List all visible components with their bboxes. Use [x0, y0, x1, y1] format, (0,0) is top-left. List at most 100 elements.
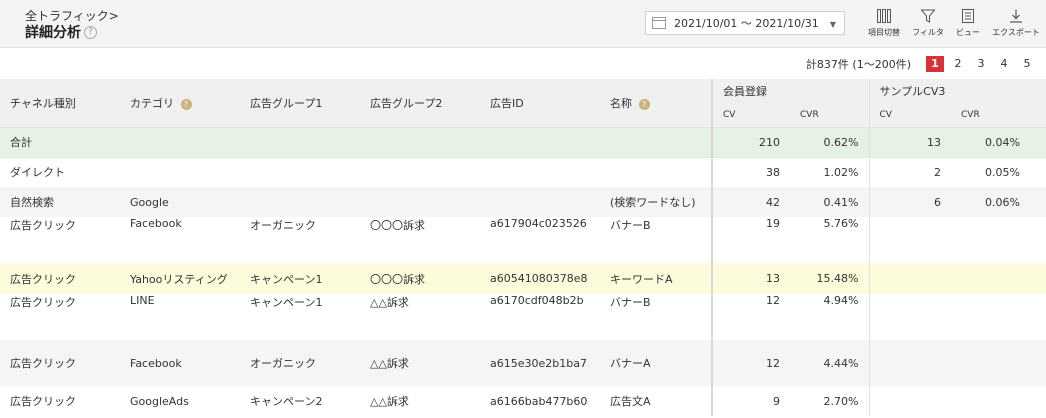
channel-cell: 広告クリック	[10, 395, 76, 408]
column-header-ad-group-2[interactable]: 広告グループ2	[360, 79, 480, 127]
table-row[interactable]: 広告クリック GoogleAds キャンペーン2 △△訴求 a6166bab47…	[0, 386, 1046, 416]
ad-group-1-cell	[240, 187, 360, 217]
cv-cell	[868, 263, 951, 294]
cv-cell	[868, 294, 951, 340]
page-2-button[interactable]: 2	[949, 56, 967, 72]
metric-group-header-signup: 会員登録	[711, 79, 869, 103]
ad-group-2-cell	[360, 187, 480, 217]
date-range-text: 2021/10/01 ～ 2021/10/31	[674, 17, 819, 30]
cvr-cell	[951, 340, 1030, 386]
page-1-button[interactable]: 1	[926, 56, 944, 72]
chevron-down-icon: ▼	[829, 20, 836, 29]
column-header-name[interactable]: 名称 ?	[600, 79, 712, 127]
ad-group-1-cell	[240, 157, 360, 187]
table-row[interactable]: 広告クリック Facebook オーガニック 〇〇〇訴求 a617904c023…	[0, 217, 1046, 263]
help-icon[interactable]: ?	[84, 25, 97, 39]
name-cell: バナーB	[610, 219, 651, 232]
ad-id-cell: a60541080378e8	[480, 263, 600, 294]
cv-cell: 2	[868, 157, 951, 187]
cvr-cell: 0.62%	[790, 126, 869, 158]
page-title: 詳細分析 ?	[25, 22, 97, 42]
cv-cell	[868, 217, 951, 263]
ad-group-1-cell: キャンペーン2	[250, 395, 323, 408]
page-3-button[interactable]: 3	[972, 56, 990, 72]
help-icon[interactable]: ?	[180, 98, 192, 110]
ad-id-cell	[480, 157, 600, 187]
cvr-cell	[951, 217, 1030, 263]
date-range-picker[interactable]: 2021/10/01 ～ 2021/10/31 ▼	[645, 11, 845, 35]
category-cell: Yahooリスティング	[120, 263, 240, 294]
ad-group-2-cell: 〇〇〇訴求	[370, 219, 425, 232]
cv-cell: 13	[868, 126, 951, 158]
cv-cell: 42	[711, 187, 790, 217]
channel-cell: 自然検索	[0, 187, 120, 217]
top-bar: 全トラフィック> 詳細分析 ? 2021/10/01 ～ 2021/10/31 …	[0, 0, 1046, 48]
cvr-cell: 15.48%	[790, 263, 869, 294]
metric-group-header-sample-cv3: サンプルCV3	[868, 79, 1030, 103]
table-row[interactable]: 広告クリック Yahooリスティング キャンペーン1 〇〇〇訴求 a605410…	[0, 263, 1046, 294]
cv-cell	[868, 340, 951, 386]
name-cell: バナーB	[610, 296, 651, 309]
export-button[interactable]: エクスポート	[990, 8, 1042, 38]
column-header-cv[interactable]: CV	[868, 103, 951, 127]
cvr-cell: 2.70%	[823, 394, 859, 408]
ad-id-cell: a6166bab477b60	[490, 394, 588, 408]
channel-cell: 広告クリック	[0, 340, 120, 386]
column-header-ad-id[interactable]: 広告ID	[480, 79, 600, 127]
cv-cell: 210	[711, 126, 790, 158]
column-header-cvr[interactable]: CVR	[790, 103, 869, 127]
help-icon[interactable]: ?	[638, 98, 650, 110]
cv-cell: 6	[868, 187, 951, 217]
cvr-cell: 0.04%	[951, 126, 1030, 158]
ad-group-2-cell: 〇〇〇訴求	[360, 263, 480, 294]
cvr-cell	[951, 386, 1030, 416]
cv-cell: 12	[711, 340, 790, 386]
channel-cell: 広告クリック	[10, 296, 76, 309]
category-cell: GoogleAds	[130, 394, 189, 408]
column-header-category[interactable]: カテゴリ ?	[120, 79, 240, 127]
ad-group-2-cell: △△訴求	[370, 296, 409, 309]
ad-group-1-cell: キャンペーン1	[250, 296, 323, 309]
category-cell	[120, 157, 240, 187]
cvr-cell: 5.76%	[823, 217, 859, 230]
filter-button[interactable]: フィルタ	[906, 8, 950, 38]
columns-toggle-button[interactable]: 項目切替	[862, 8, 906, 38]
category-cell: Facebook	[130, 217, 182, 230]
ad-id-cell: a617904c023526	[490, 217, 587, 230]
cv-cell: 13	[711, 263, 790, 294]
analysis-table: チャネル種別 カテゴリ ? 広告グループ1 広告グループ2 広告ID 名称 ? …	[0, 79, 1046, 416]
ad-id-cell	[480, 187, 600, 217]
view-icon	[962, 9, 974, 23]
page-4-button[interactable]: 4	[995, 56, 1013, 72]
column-header-cv[interactable]: CV	[711, 103, 790, 127]
column-header-channel[interactable]: チャネル種別	[0, 79, 120, 127]
table-row[interactable]: 広告クリック Facebook オーガニック △△訴求 a615e30e2b1b…	[0, 340, 1046, 386]
cvr-cell	[951, 294, 1030, 340]
export-label: エクスポート	[992, 28, 1040, 37]
pagination-bar: 計837件 (1～200件) 1 2 3 4 5	[0, 53, 1046, 75]
total-row: 合計 210 0.62% 13 0.04%	[0, 126, 1046, 158]
column-header-cvr[interactable]: CVR	[951, 103, 1030, 127]
name-cell: (検索ワードなし)	[600, 187, 712, 217]
columns-toggle-label: 項目切替	[868, 28, 900, 37]
channel-cell: ダイレクト	[10, 166, 65, 180]
page-title-text: 詳細分析	[25, 25, 81, 41]
page-5-button[interactable]: 5	[1018, 56, 1036, 72]
ad-id-cell: a6170cdf048b2b	[490, 294, 584, 307]
total-label: 合計	[0, 126, 712, 158]
ad-group-1-cell: キャンペーン1	[240, 263, 360, 294]
calendar-icon	[652, 17, 666, 29]
view-button[interactable]: ビュー	[946, 8, 990, 38]
table-row[interactable]: 広告クリック LINE キャンペーン1 △△訴求 a6170cdf048b2b …	[0, 294, 1046, 340]
ad-group-2-cell: △△訴求	[360, 340, 480, 386]
table-row[interactable]: ダイレクト 38 1.02% 2 0.05%	[0, 157, 1046, 187]
column-header-name-label: 名称	[610, 96, 632, 110]
cv-cell: 19	[711, 217, 790, 263]
channel-cell: 広告クリック	[10, 219, 76, 232]
ad-id-cell: a615e30e2b1ba7	[480, 340, 600, 386]
cvr-cell: 4.94%	[823, 294, 859, 307]
column-header-ad-group-1[interactable]: 広告グループ1	[240, 79, 360, 127]
ad-group-2-cell: △△訴求	[370, 395, 409, 408]
cvr-cell: 0.06%	[951, 187, 1030, 217]
table-row[interactable]: 自然検索 Google (検索ワードなし) 42 0.41% 6 0.06%	[0, 187, 1046, 217]
